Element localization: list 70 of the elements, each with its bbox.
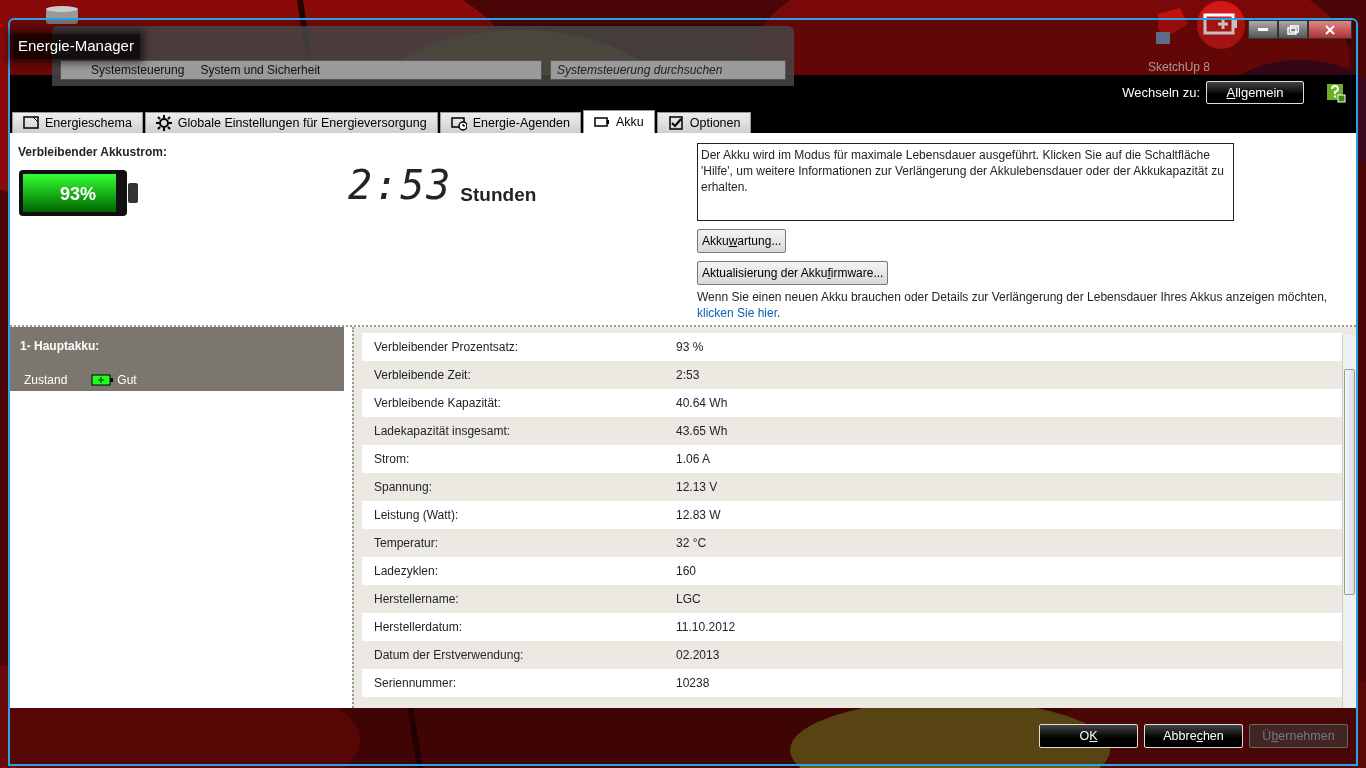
status-value: Gut: [117, 372, 137, 389]
battery-icon: [91, 374, 114, 386]
minimize-button[interactable]: [1248, 20, 1278, 39]
tab[interactable]: Optionen: [656, 112, 752, 133]
battery-percent: 93%: [60, 184, 96, 204]
detail-value: 2:53: [676, 367, 700, 384]
detail-value: 40.64 Wh: [676, 395, 728, 412]
detail-value: LGC: [676, 591, 701, 608]
tab[interactable]: Energieschema: [12, 112, 143, 133]
detail-value: 12.83 W: [676, 507, 721, 524]
dialog-button[interactable]: Abbrechen: [1144, 724, 1243, 748]
tab[interactable]: Energie-Agenden: [439, 112, 581, 133]
detail-value: 32 °C: [676, 535, 707, 552]
battery-badge-icon[interactable]: [1196, 0, 1246, 50]
trash-can-icon[interactable]: [44, 6, 80, 24]
switch-label: Wechseln zu:: [1122, 83, 1200, 102]
close-button[interactable]: [1308, 20, 1352, 39]
action-button[interactable]: Akkuwartung...: [697, 229, 787, 253]
restore-icon: [1287, 24, 1299, 35]
detail-label: Strom:: [373, 451, 411, 468]
close-icon: [1325, 24, 1335, 35]
remaining-time: 2:53: [348, 165, 453, 205]
detail-label: Spannung:: [373, 479, 434, 496]
action-button[interactable]: Aktualisierung der Akkufirmware...: [697, 261, 889, 285]
window-title: Energie-Manager: [12, 34, 140, 59]
battery-list-item[interactable]: 1- Hauptakku: Zustand Gut: [10, 327, 344, 391]
battery-heading: Verbleibender Akkustrom:: [18, 144, 168, 161]
minimize-icon: [1258, 27, 1268, 32]
search-field[interactable]: Systemsteuerung durchsuchen: [550, 60, 786, 80]
breadcrumb-item[interactable]: System und Sicherheit: [200, 61, 321, 79]
detail-label: Datum der Erstverwendung:: [373, 647, 525, 664]
breadcrumb-item[interactable]: Systemsteuerung: [91, 61, 185, 79]
detail-value: 12.13 V: [676, 479, 718, 496]
detail-value: 160: [676, 563, 697, 580]
message-box: Der Akku wird im Modus für maximale Lebensdauer ausgeführt. Klicken Sie auf die Schaltfläche 'Hilfe', um weitere Informationen zur Verlängerung der Akkulebensdauer oder der Akkukapazität zu erhalten.: [697, 143, 1234, 221]
detail-value: 1.06 A: [676, 451, 711, 468]
detail-label: Verbleibende Kapazität:: [373, 395, 502, 412]
tab[interactable]: Akku: [582, 110, 655, 133]
clock-icon: [450, 115, 467, 131]
detail-label: Leistung (Watt):: [373, 507, 460, 524]
detail-value: 10238: [676, 675, 710, 692]
time-unit: Stunden: [460, 183, 537, 207]
detail-value: 93 %: [676, 339, 704, 356]
document-icon: [23, 115, 39, 131]
restore-button[interactable]: [1278, 20, 1308, 39]
detail-value: 11.10.2012: [676, 619, 736, 636]
status-label: Zustand: [24, 372, 68, 389]
battery-name: 1- Hauptakku:: [20, 338, 101, 355]
detail-label: Ladezyklen:: [373, 563, 440, 580]
detail-label: Temperatur:: [373, 535, 440, 552]
detail-value: 02.2013: [676, 647, 720, 664]
checkbox-icon: [667, 115, 684, 131]
detail-value: 43.65 Wh: [676, 423, 728, 440]
detail-label: Herstellerdatum:: [373, 619, 464, 636]
tab[interactable]: Globale Einstellungen für Energieversorgung: [144, 112, 438, 133]
scroll-thumb[interactable]: [1344, 369, 1355, 595]
detail-label: Seriennummer:: [373, 675, 458, 692]
desktop-icon-label[interactable]: SketchUp 8: [1148, 58, 1211, 76]
help-link[interactable]: klicken Sie hier: [697, 306, 778, 320]
dialog-button[interactable]: OK: [1039, 724, 1138, 748]
detail-label: Verbleibender Prozentsatz:: [373, 339, 520, 356]
detail-label: Ladekapazität insgesamt:: [373, 423, 512, 440]
detail-label: Herstellername:: [373, 591, 460, 608]
gear-icon: [155, 115, 172, 131]
detail-label: Verbleibende Zeit:: [373, 367, 472, 384]
battery-icon: [593, 114, 610, 130]
scrollbar[interactable]: [1342, 335, 1356, 708]
info-text: Wenn Sie einen neuen Akku brauchen oder Details zur Verlängerung der Lebensdauer Ihres Akkus anzeigen möchten, klicken Sie hier.: [697, 289, 1329, 321]
help-icon[interactable]: [1326, 82, 1346, 103]
switch-button[interactable]: Allgemein: [1206, 80, 1304, 105]
